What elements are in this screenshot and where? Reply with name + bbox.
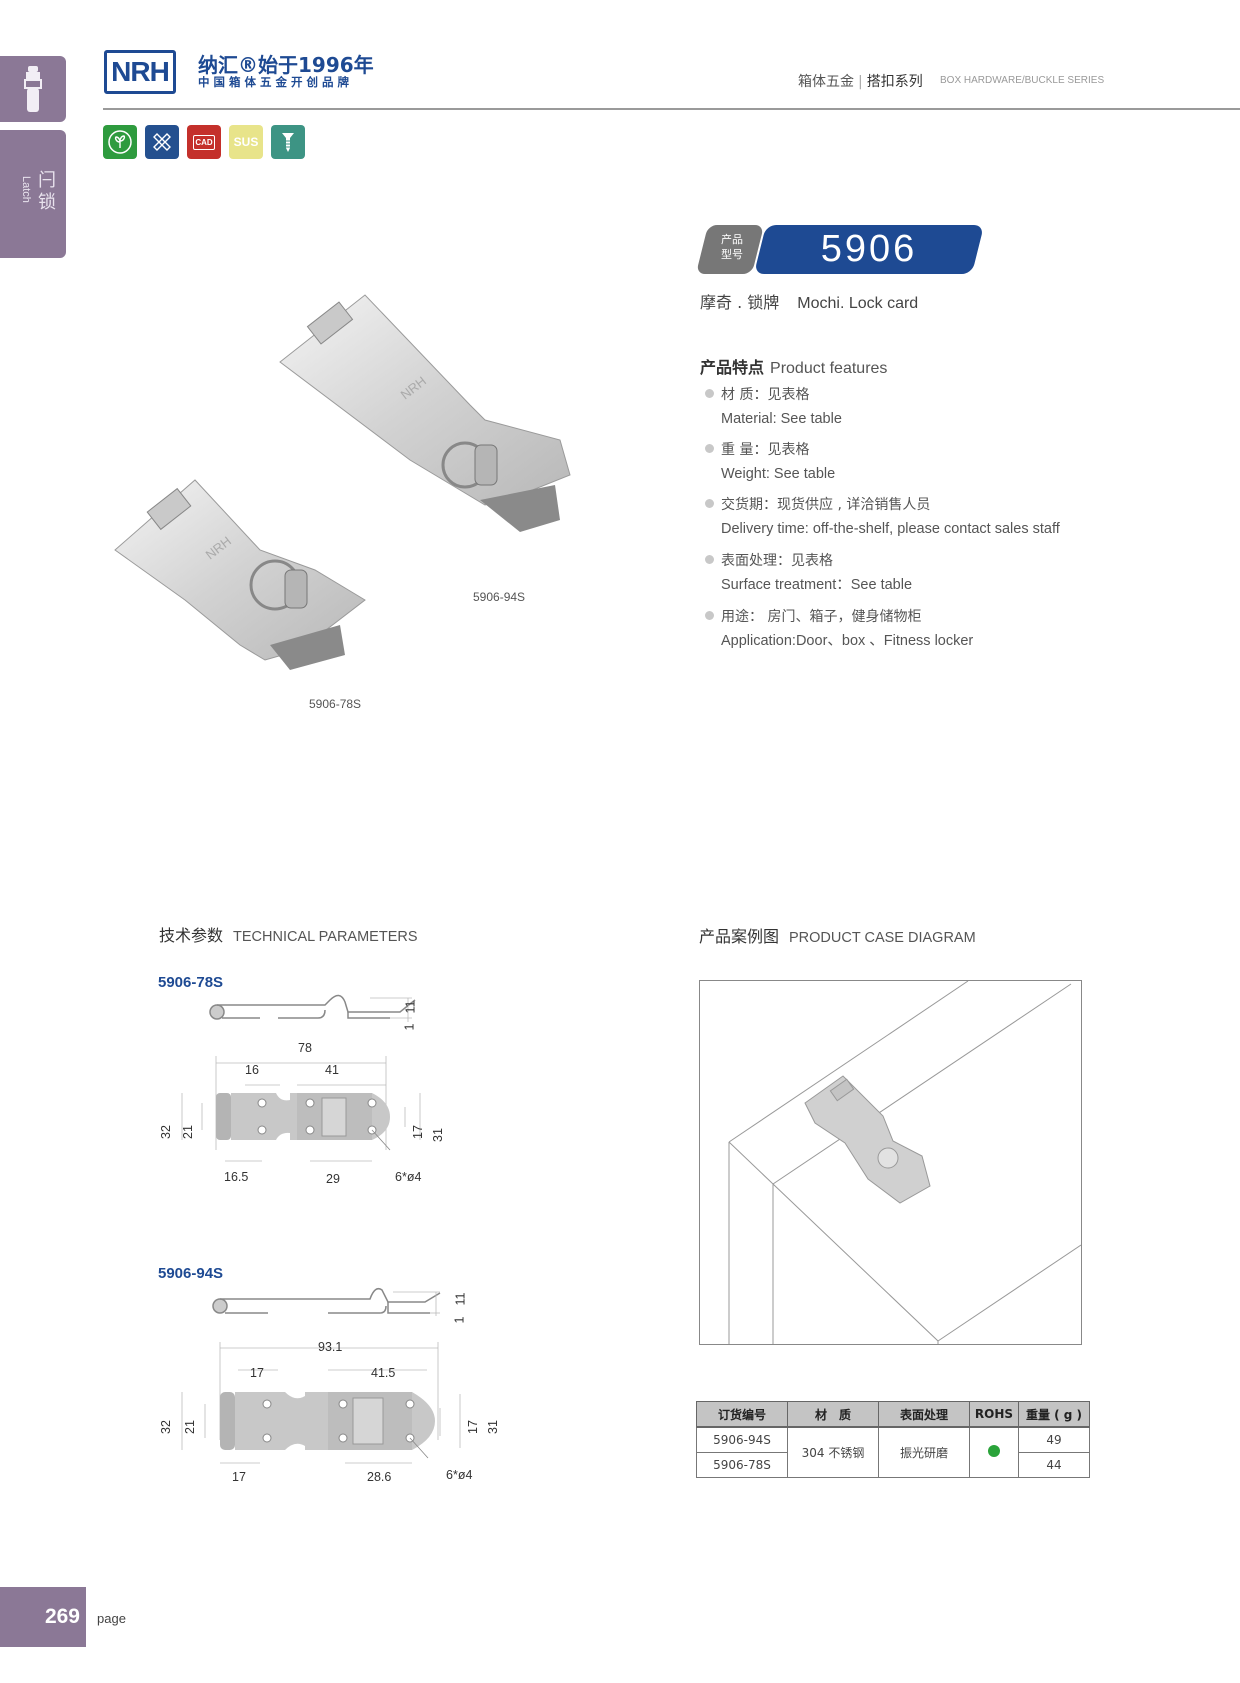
brand-logo: NRH (104, 50, 176, 94)
dim-height: 11 (403, 1000, 418, 1014)
weight: 49 (1018, 1426, 1090, 1453)
drawing-94s (181, 1287, 461, 1464)
feature-item: 用途： 房门、箱子，健身储物柜 Application:Door、box 、Fi… (705, 605, 973, 653)
bullet-icon (705, 555, 714, 564)
col-rohs: ROHS (969, 1401, 1019, 1428)
category-cn: 箱体五金 (798, 74, 854, 90)
dim-total-height: 32 (158, 1420, 173, 1434)
dim-thickness: 1 (452, 1316, 467, 1324)
col-material: 材 质 (787, 1401, 879, 1428)
col-weight: 重量 ( g ) (1018, 1401, 1090, 1428)
case-diagram (699, 980, 1082, 1345)
dim-hole-pitch-left: 21 (182, 1420, 197, 1434)
product-name-cn: 摩奇 . 锁牌 (700, 293, 780, 312)
photo-label-78s: 5906-78S (309, 697, 362, 711)
page-word: page (97, 1611, 126, 1626)
product-tag-label: 产品 型号 (721, 233, 743, 261)
product-name-en: Mochi. Lock card (797, 295, 919, 312)
dim-hinge-width: 17 (250, 1366, 264, 1380)
dim-hasp-width: 41.5 (371, 1366, 396, 1380)
dim-hinge-width: 16 (245, 1063, 259, 1077)
sus-icon: SUS (229, 125, 263, 159)
col-order-code: 订货编号 (696, 1401, 788, 1428)
tools-icon (145, 125, 179, 159)
bullet-icon (705, 444, 714, 453)
model-label-78s: 5906-78S (158, 974, 224, 991)
order-code: 5906-94S (696, 1426, 788, 1453)
dim-hole-span: 28.6 (367, 1470, 392, 1484)
spec-table: 订货编号 材 质 表面处理 ROHS 重量 ( g ) 5906-94S 304… (696, 1401, 1090, 1478)
product-photo: NRH NRH (114, 294, 571, 670)
dim-holes: 6*ø4 (446, 1468, 473, 1482)
dim-plate-height: 31 (485, 1420, 500, 1434)
dim-hasp-width: 41 (325, 1063, 339, 1077)
screw-icon (271, 125, 305, 159)
dim-height: 11 (453, 1292, 468, 1306)
dim-holes: 6*ø4 (395, 1170, 422, 1184)
table-header-row: 订货编号 材 质 表面处理 ROHS 重量 ( g ) (696, 1401, 1090, 1428)
page-number: 269 (44, 1605, 80, 1628)
bullet-icon (705, 611, 714, 620)
category-tab-icon[interactable] (0, 56, 66, 122)
tab-label-en: Latch (20, 176, 32, 203)
dim-hole-pitch-left: 21 (180, 1125, 195, 1139)
latch-icon (24, 66, 42, 112)
cabinet-illustration (728, 980, 1082, 1344)
cad-icon: CAD (187, 125, 221, 159)
dim-hole-pitch-right: 17 (410, 1125, 425, 1139)
dim-length: 78 (298, 1041, 312, 1055)
feature-item: 重 量：见表格 Weight: See table (705, 438, 835, 486)
category-tab-latch[interactable]: 闩锁 Latch (0, 130, 66, 258)
brand-tagline: 中国箱体五金开创品牌 (198, 75, 353, 89)
order-code: 5906-78S (696, 1452, 788, 1478)
feature-item: 材 质：见表格 Material: See table (705, 383, 842, 431)
rohs-cell (969, 1426, 1019, 1478)
table-row: 5906-94S 304 不锈钢 振光研磨 49 (696, 1426, 1090, 1478)
series-en: BOX HARDWARE/BUCKLE SERIES (940, 75, 1105, 86)
dim-hole-offset: 17 (232, 1470, 246, 1484)
series-breadcrumb: 箱体五金 | 搭扣系列 (798, 74, 923, 90)
hasp-78s-plan (216, 1093, 390, 1140)
product-name: 摩奇 . 锁牌 Mochi. Lock card (700, 289, 918, 313)
dim-length: 93.1 (318, 1340, 343, 1354)
features-title: 产品特点 Product features (700, 358, 888, 377)
dim-total-height: 32 (158, 1125, 173, 1139)
tab-label-cn: 闩锁 (38, 170, 56, 213)
col-finish: 表面处理 (878, 1401, 970, 1428)
bullet-icon (705, 389, 714, 398)
header-divider (103, 108, 1240, 110)
hasp-78s-photo: NRH (114, 479, 366, 670)
dim-hole-pitch-right: 17 (465, 1420, 480, 1434)
finish: 振光研磨 (878, 1426, 970, 1478)
weight: 44 (1018, 1452, 1090, 1478)
dim-hole-span: 29 (326, 1172, 340, 1186)
rohs-compliant-icon (988, 1445, 1000, 1457)
feature-item: 表面处理：见表格 Surface treatment：See table (705, 549, 912, 597)
dim-plate-height: 31 (430, 1128, 445, 1142)
drawing-78s (181, 994, 421, 1162)
material: 304 不锈钢 (787, 1426, 879, 1478)
hasp-in-use (804, 1075, 931, 1204)
feature-item: 交货期：现货供应 , 详洽销售人员 Delivery time: off-the… (705, 493, 1060, 541)
dim-hole-offset: 16.5 (224, 1170, 249, 1184)
series-cn: 搭扣系列 (866, 74, 923, 90)
bullet-icon (705, 499, 714, 508)
product-number: 5906 (820, 228, 918, 270)
dim-thickness: 1 (402, 1023, 417, 1031)
hasp-94s-plan (220, 1392, 435, 1450)
eco-icon (103, 125, 137, 159)
photo-label-94s: 5906-94S (473, 590, 526, 604)
tech-params-title: 技术参数 TECHNICAL PARAMETERS (159, 926, 418, 945)
hasp-94s-photo: NRH (279, 294, 571, 532)
case-diagram-title: 产品案例图 PRODUCT CASE DIAGRAM (699, 927, 976, 946)
